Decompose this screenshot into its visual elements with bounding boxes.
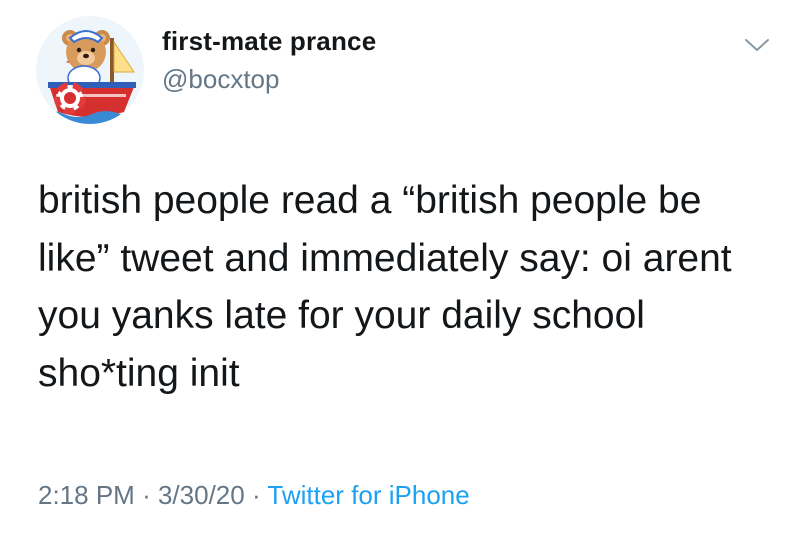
tweet-header: first-mate prance @bocxtop — [0, 0, 800, 130]
meta-separator: · — [142, 480, 151, 510]
tweet-text: british people read a “british people be… — [38, 179, 732, 395]
chevron-down-icon[interactable] — [742, 30, 772, 60]
display-name[interactable]: first-mate prance — [162, 26, 376, 57]
teddy-bear-sailor-boat-avatar — [36, 16, 144, 124]
tweet-date[interactable]: 3/30/20 — [158, 480, 245, 510]
user-handle[interactable]: @bocxtop — [162, 64, 279, 95]
tweet-meta: 2:18 PM · 3/30/20 · Twitter for iPhone — [38, 480, 470, 511]
avatar[interactable] — [36, 16, 144, 124]
meta-separator: · — [251, 480, 261, 510]
tweet-source-link[interactable]: Twitter for iPhone — [267, 480, 469, 510]
tweet-time[interactable]: 2:18 PM — [38, 480, 135, 510]
